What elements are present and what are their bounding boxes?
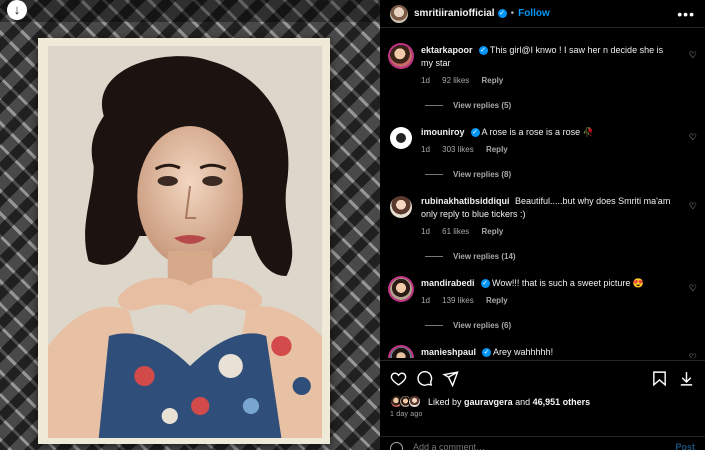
liked-by-and: and	[515, 396, 531, 407]
media-topbar	[0, 0, 380, 22]
view-replies-label: View replies (5)	[453, 101, 512, 110]
comment-username[interactable]: ektarkapoor	[421, 45, 473, 55]
comment-composer: Post	[380, 436, 705, 450]
comment-likes[interactable]: 92 likes	[442, 76, 469, 85]
liker-avatar	[408, 395, 421, 408]
likes-count[interactable]: 46,951 others	[533, 397, 591, 407]
post-photo-print	[38, 38, 330, 444]
comment-time: 1d	[421, 76, 430, 85]
more-horizontal-icon[interactable]: •••	[677, 6, 695, 22]
comment-username[interactable]: manieshpaul	[421, 347, 476, 357]
comment-like-heart-icon[interactable]: ♡	[689, 50, 697, 61]
verified-badge-icon: ✓	[482, 348, 492, 358]
comment-text: Wow!!! that is such a sweet picture 😍	[492, 278, 645, 288]
author-avatar[interactable]	[390, 4, 408, 23]
portrait-image	[48, 46, 322, 438]
comment-text: Arey wahhhhh!	[493, 347, 554, 357]
likes-summary: Liked by gauravgera and 46,951 others	[390, 395, 695, 408]
comment-username[interactable]: imouniroy	[421, 127, 465, 137]
comment-likes[interactable]: 303 likes	[442, 145, 474, 154]
comment-avatar[interactable]	[390, 45, 412, 67]
replies-line	[425, 174, 443, 175]
view-replies-button[interactable]: View replies (8)	[425, 170, 705, 179]
comment-item: manieshpaul ✓ Arey wahhhhh! ♡	[380, 338, 705, 358]
follow-button[interactable]: Follow	[518, 8, 550, 19]
comment-username[interactable]: mandirabedi	[421, 278, 475, 288]
comment-like-heart-icon[interactable]: ♡	[689, 132, 697, 143]
verified-badge-icon: ✓	[497, 9, 507, 18]
author-username[interactable]: smritiiraniofficial	[414, 8, 495, 19]
download-icon[interactable]	[678, 370, 695, 387]
post-header: smritiiraniofficial ✓ • Follow •••	[380, 0, 705, 28]
view-replies-button[interactable]: View replies (5)	[425, 101, 705, 110]
comments-list: ektarkapoor ✓ This girl@I knwo ! I saw he…	[380, 28, 705, 358]
arrow-down-icon[interactable]: ↓	[7, 0, 27, 20]
verified-badge-icon: ✓	[478, 46, 488, 56]
post-actions: Liked by gauravgera and 46,951 others 1 …	[380, 360, 705, 418]
comment-time: 1d	[421, 227, 430, 236]
replies-line	[425, 105, 443, 106]
reply-button[interactable]: Reply	[482, 76, 504, 85]
share-icon[interactable]	[442, 370, 459, 387]
comment-username[interactable]: rubinakhatibsiddiqui	[421, 196, 510, 206]
comment-avatar[interactable]	[390, 347, 412, 358]
view-replies-button[interactable]: View replies (6)	[425, 321, 705, 330]
replies-line	[425, 256, 443, 257]
comment-likes[interactable]: 139 likes	[442, 296, 474, 305]
view-replies-label: View replies (8)	[453, 170, 512, 179]
comment-item: imouniroy ✓ A rose is a rose is a rose 🥀 …	[380, 118, 705, 156]
comment-likes[interactable]: 61 likes	[442, 227, 469, 236]
comment-avatar[interactable]	[390, 127, 412, 149]
emoji-icon[interactable]	[390, 442, 403, 450]
comment-input[interactable]	[413, 442, 633, 450]
post-time: 1 day ago	[390, 411, 423, 418]
view-replies-label: View replies (6)	[453, 321, 512, 330]
replies-line	[425, 325, 443, 326]
reply-button[interactable]: Reply	[486, 145, 508, 154]
liked-by-prefix: Liked by	[428, 396, 462, 407]
liked-by-user[interactable]: gauravgera	[464, 397, 513, 407]
comment-like-heart-icon[interactable]: ♡	[689, 352, 697, 358]
comment-text: A rose is a rose is a rose 🥀	[481, 127, 594, 137]
verified-badge-icon: ✓	[470, 128, 480, 138]
bookmark-icon[interactable]	[651, 370, 668, 387]
heart-icon[interactable]	[390, 370, 407, 387]
comment-icon[interactable]	[416, 370, 433, 387]
reply-button[interactable]: Reply	[482, 227, 504, 236]
view-replies-button[interactable]: View replies (14)	[425, 252, 705, 261]
post-comment-button[interactable]: Post	[675, 442, 695, 450]
comment-like-heart-icon[interactable]: ♡	[689, 283, 697, 294]
reply-button[interactable]: Reply	[486, 296, 508, 305]
post-photo	[48, 46, 322, 438]
header-separator: •	[510, 8, 515, 19]
comment-time: 1d	[421, 296, 430, 305]
comment-item: rubinakhatibsiddiqui Beautiful.....but w…	[380, 187, 705, 238]
comment-avatar[interactable]	[390, 196, 412, 218]
post-media[interactable]: ↓	[0, 0, 380, 450]
verified-badge-icon: ✓	[480, 279, 490, 289]
comment-like-heart-icon[interactable]: ♡	[689, 201, 697, 212]
view-replies-label: View replies (14)	[453, 252, 516, 261]
comment-item: ektarkapoor ✓ This girl@I knwo ! I saw he…	[380, 36, 705, 87]
post-sidebar: smritiiraniofficial ✓ • Follow ••• ektar…	[380, 0, 705, 450]
comment-time: 1d	[421, 145, 430, 154]
comment-avatar[interactable]	[390, 278, 412, 300]
liker-avatars[interactable]	[390, 395, 421, 408]
comment-item: mandirabedi ✓ Wow!!! that is such a sweet…	[380, 269, 705, 307]
